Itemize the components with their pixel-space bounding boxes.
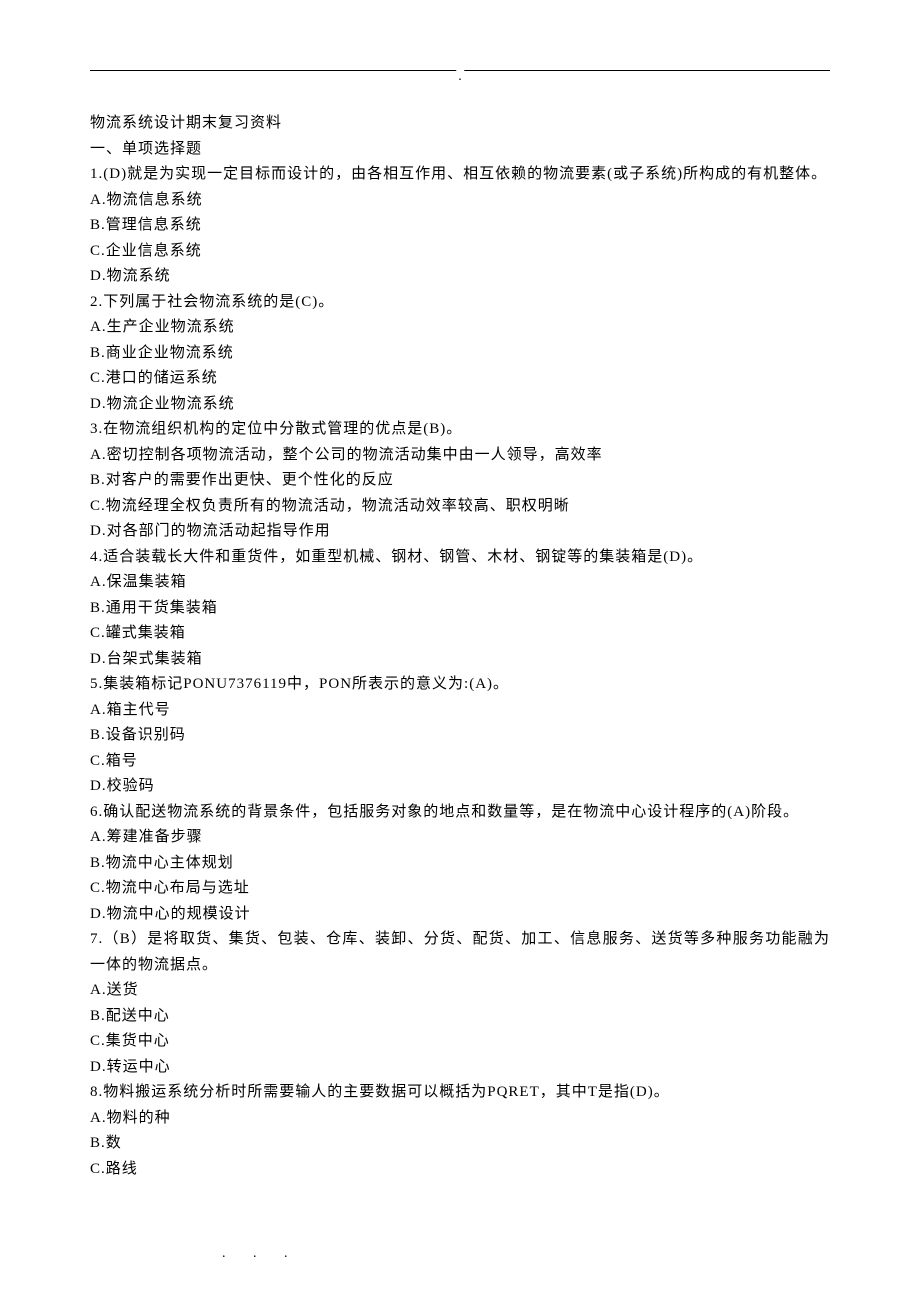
header-mark: . — [456, 65, 464, 89]
option: A.送货 — [90, 978, 830, 1004]
option: B.配送中心 — [90, 1004, 830, 1030]
option: D.物流企业物流系统 — [90, 392, 830, 418]
question-stem: 3.在物流组织机构的定位中分散式管理的优点是(B)。 — [90, 417, 830, 443]
question-stem: 8.物料搬运系统分析时所需要输人的主要数据可以概括为PQRET，其中T是指(D)… — [90, 1080, 830, 1106]
section-heading: 一、单项选择题 — [90, 137, 830, 163]
question-stem: 1.(D)就是为实现一定目标而设计的，由各相互作用、相互依赖的物流要素(或子系统… — [90, 162, 830, 188]
question-stem: 7.（B）是将取货、集货、包装、仓库、装卸、分货、配货、加工、信息服务、送货等多… — [90, 927, 830, 978]
option: B.设备识别码 — [90, 723, 830, 749]
option: D.台架式集装箱 — [90, 647, 830, 673]
option: C.罐式集装箱 — [90, 621, 830, 647]
option: C.物流中心布局与选址 — [90, 876, 830, 902]
title: 物流系统设计期末复习资料 — [90, 111, 830, 137]
option: A.物料的种 — [90, 1106, 830, 1132]
option: C.路线 — [90, 1157, 830, 1183]
question-stem: 2.下列属于社会物流系统的是(C)。 — [90, 290, 830, 316]
question-stem: 4.适合装载长大件和重货件，如重型机械、钢材、钢管、木材、钢锭等的集装箱是(D)… — [90, 545, 830, 571]
option: A.密切控制各项物流活动，整个公司的物流活动集中由一人领导，高效率 — [90, 443, 830, 469]
option: D.对各部门的物流活动起指导作用 — [90, 519, 830, 545]
option: C.港口的储运系统 — [90, 366, 830, 392]
header-rule: . — [90, 70, 830, 71]
question-stem: 6.确认配送物流系统的背景条件，包括服务对象的地点和数量等，是在物流中心设计程序… — [90, 800, 830, 826]
option: B.商业企业物流系统 — [90, 341, 830, 367]
option: D.校验码 — [90, 774, 830, 800]
option: C.箱号 — [90, 749, 830, 775]
option: B.对客户的需要作出更快、更个性化的反应 — [90, 468, 830, 494]
option: D.物流中心的规模设计 — [90, 902, 830, 928]
option: D.物流系统 — [90, 264, 830, 290]
option: B.管理信息系统 — [90, 213, 830, 239]
option: A.保温集装箱 — [90, 570, 830, 596]
option: A.生产企业物流系统 — [90, 315, 830, 341]
footer-mark: . . . — [222, 1242, 300, 1266]
option: C.企业信息系统 — [90, 239, 830, 265]
option: D.转运中心 — [90, 1055, 830, 1081]
document-page: . 物流系统设计期末复习资料 一、单项选择题 1.(D)就是为实现一定目标而设计… — [0, 0, 920, 1222]
option: B.物流中心主体规划 — [90, 851, 830, 877]
option: A.筹建准备步骤 — [90, 825, 830, 851]
document-content: 物流系统设计期末复习资料 一、单项选择题 1.(D)就是为实现一定目标而设计的，… — [90, 111, 830, 1182]
option: B.数 — [90, 1131, 830, 1157]
option: C.物流经理全权负责所有的物流活动，物流活动效率较高、职权明晰 — [90, 494, 830, 520]
option: A.物流信息系统 — [90, 188, 830, 214]
option: B.通用干货集装箱 — [90, 596, 830, 622]
option: C.集货中心 — [90, 1029, 830, 1055]
option: A.箱主代号 — [90, 698, 830, 724]
question-stem: 5.集装箱标记PONU7376119中，PON所表示的意义为:(A)。 — [90, 672, 830, 698]
